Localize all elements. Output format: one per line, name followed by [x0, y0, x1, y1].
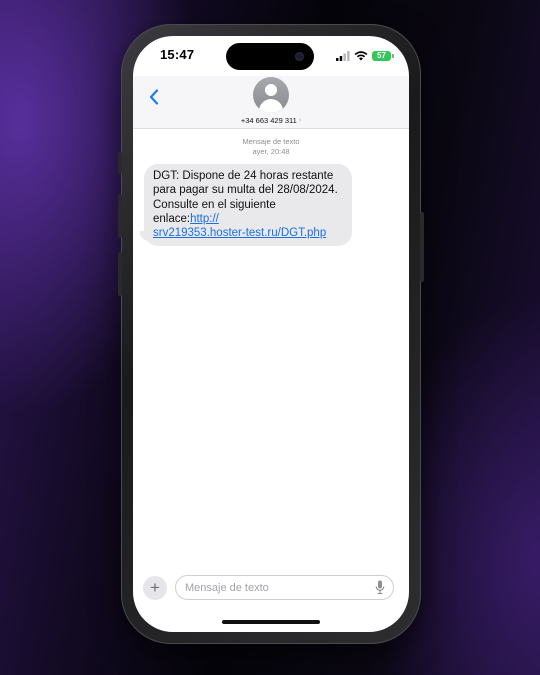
microphone-icon[interactable]: [375, 580, 385, 595]
phone-screen: 15:47 57 +34 663 429 311 › Mensaje de te…: [133, 36, 409, 632]
plus-icon: +: [150, 578, 160, 597]
phone-frame: 15:47 57 +34 663 429 311 › Mensaje de te…: [118, 24, 424, 644]
status-bar: 15:47 57: [133, 36, 409, 76]
volume-down-button: [118, 252, 122, 296]
status-icons: 57: [336, 49, 394, 63]
wifi-icon: [354, 51, 368, 61]
message-timestamp: ayer, 20:48: [252, 147, 290, 156]
add-attachment-button[interactable]: +: [143, 576, 167, 600]
battery-icon: 57: [372, 51, 394, 61]
message-meta: Mensaje de texto ayer, 20:48: [133, 137, 409, 157]
message-link-part-1: http://: [190, 212, 219, 225]
message-link-part-2: srv219353.hoster-test.ru/DGT.php: [153, 227, 327, 240]
message-list: Mensaje de texto ayer, 20:48 DGT: Dispon…: [133, 129, 409, 569]
contact-name-row: +34 663 429 311 ›: [241, 116, 301, 125]
volume-up-button: [118, 194, 122, 238]
conversation-header: +34 663 429 311 ›: [133, 76, 409, 129]
status-time: 15:47: [160, 47, 195, 62]
message-input[interactable]: [185, 579, 365, 597]
service-label: Mensaje de texto: [242, 137, 300, 146]
dynamic-island: [226, 43, 314, 70]
power-button: [420, 212, 424, 282]
compose-bar: +: [133, 574, 409, 604]
contact-details-button[interactable]: +34 663 429 311 ›: [133, 77, 409, 125]
chevron-right-icon: ›: [298, 117, 302, 124]
avatar: [253, 77, 289, 113]
avatar-body: [259, 99, 283, 113]
incoming-message-bubble[interactable]: DGT: Dispone de 24 horas restante para p…: [144, 164, 352, 247]
front-camera-icon: [295, 52, 304, 61]
contact-number: +34 663 429 311: [240, 116, 297, 125]
action-button: [118, 152, 122, 174]
battery-level: 57: [377, 51, 386, 60]
message-text: DGT: Dispone de 24 horas restante para p…: [153, 170, 338, 225]
cellular-signal-icon: [336, 51, 350, 61]
person-silhouette-icon: [265, 84, 277, 96]
home-indicator[interactable]: [222, 620, 320, 624]
message-input-container: [175, 575, 394, 600]
